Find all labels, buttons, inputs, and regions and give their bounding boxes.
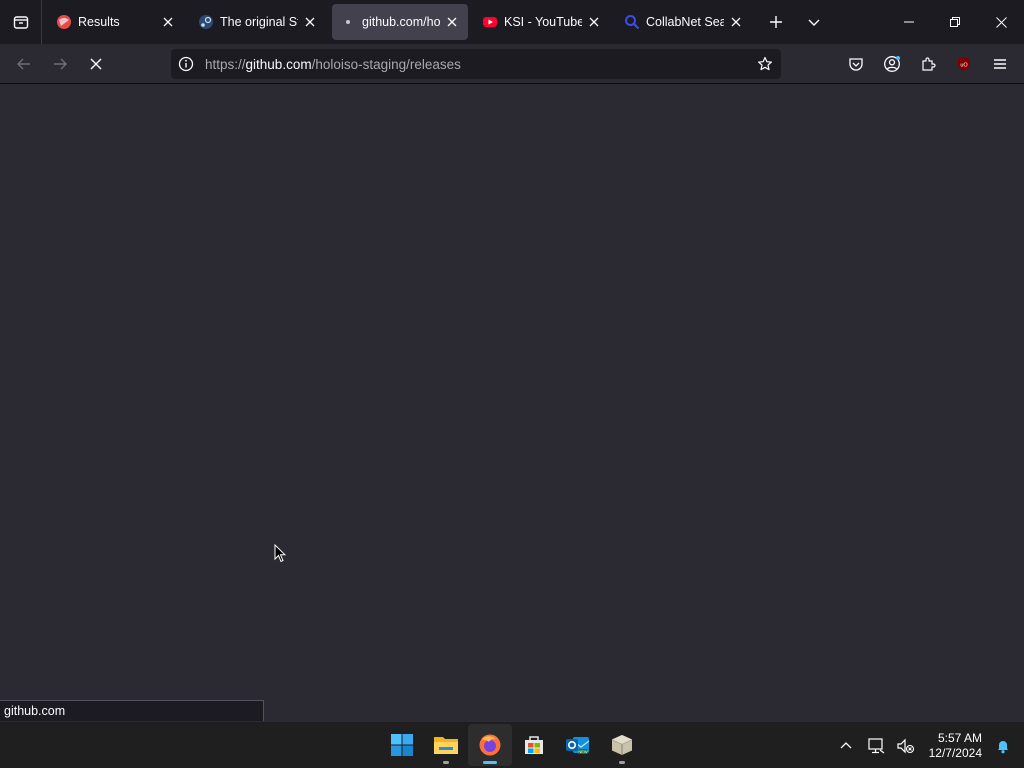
svg-text:uO: uO (960, 63, 968, 69)
close-icon[interactable] (444, 14, 460, 30)
ublock-icon: uO (958, 57, 970, 71)
windows-start-icon (391, 734, 413, 756)
tab-youtube[interactable]: KSI - YouTube (474, 4, 610, 40)
package-icon (611, 735, 633, 755)
close-icon (995, 16, 1007, 28)
loading-dot-icon (340, 14, 356, 30)
tab-github[interactable]: github.com/holoiso (332, 4, 468, 40)
minimize-button[interactable] (886, 0, 932, 44)
url-text[interactable]: https://github.com/holoiso-staging/relea… (205, 57, 749, 72)
bookmark-star-button[interactable] (749, 49, 781, 79)
url-path: /holoiso-staging/releases (311, 56, 461, 72)
system-tray: 5:57 AM 12/7/2024 (831, 722, 1024, 768)
restore-button[interactable] (932, 0, 978, 44)
windows-taskbar: NEW 5:57 AM 12/7/2024 (0, 721, 1024, 768)
close-icon[interactable] (728, 14, 744, 30)
firefox-taskbar-button[interactable] (468, 724, 512, 766)
restore-icon (950, 17, 960, 27)
account-icon (884, 56, 900, 72)
active-indicator (483, 761, 497, 764)
clock-time: 5:57 AM (937, 730, 982, 745)
close-window-button[interactable] (978, 0, 1024, 44)
clock[interactable]: 5:57 AM 12/7/2024 (921, 731, 988, 761)
ublock-origin-button[interactable]: uO (946, 48, 982, 80)
stop-button[interactable] (78, 48, 114, 80)
browser-window: Results The original Steam github.com/ho… (0, 0, 1024, 768)
network-icon (868, 737, 884, 753)
tab-steam[interactable]: The original Steam (190, 4, 326, 40)
outlook-icon: NEW (566, 737, 590, 754)
running-indicator (443, 761, 449, 764)
bell-icon (998, 740, 1008, 753)
tab-title: Results (78, 15, 120, 29)
close-icon[interactable] (302, 14, 318, 30)
extensions-button[interactable] (910, 48, 946, 80)
puzzle-icon (922, 57, 936, 71)
tab-title: CollabNet SearX (646, 15, 724, 29)
tab-title: The original Steam (220, 15, 298, 29)
network-button[interactable] (861, 726, 891, 766)
volume-button[interactable] (891, 726, 921, 766)
list-all-tabs-button[interactable] (796, 4, 832, 40)
start-button[interactable] (380, 724, 424, 766)
steam-blue-icon (198, 14, 214, 30)
toolbar-right: uO (838, 48, 1018, 80)
plus-icon (770, 16, 782, 28)
navigation-toolbar: https://github.com/holoiso-staging/relea… (0, 44, 1024, 84)
close-icon[interactable] (586, 14, 602, 30)
account-button[interactable] (874, 48, 910, 80)
microsoft-store-button[interactable] (512, 724, 556, 766)
site-info-icon[interactable] (171, 49, 201, 79)
chevron-up-icon (840, 741, 852, 748)
notifications-button[interactable] (988, 726, 1018, 766)
chevron-down-icon (808, 19, 820, 26)
tab-title: KSI - YouTube (504, 15, 582, 29)
new-tab-button[interactable] (758, 4, 794, 40)
firefox-icon (479, 734, 501, 756)
url-bar[interactable]: https://github.com/holoiso-staging/relea… (171, 49, 781, 79)
firefox-view-button[interactable] (0, 0, 42, 44)
window-controls (886, 0, 1024, 44)
back-button[interactable] (6, 48, 42, 80)
url-domain: github.com (245, 56, 312, 72)
close-icon[interactable] (160, 14, 176, 30)
youtube-icon (482, 14, 498, 30)
url-protocol: https:// (205, 56, 246, 72)
search-icon (624, 14, 640, 30)
mouse-cursor-icon (274, 543, 287, 568)
pocket-button[interactable] (838, 48, 874, 80)
running-indicator (619, 761, 625, 764)
forward-arrow-icon (54, 58, 67, 69)
star-icon (758, 56, 772, 71)
taskbar-apps: NEW (380, 724, 644, 766)
package-app-button[interactable] (600, 724, 644, 766)
forward-button[interactable] (42, 48, 78, 80)
app-menu-button[interactable] (982, 48, 1018, 80)
hamburger-menu-icon (994, 59, 1006, 69)
tab-title: github.com/holoiso (362, 15, 440, 29)
microsoft-store-icon (525, 736, 543, 754)
file-explorer-button[interactable] (424, 724, 468, 766)
page-content (0, 85, 1024, 720)
clock-date: 12/7/2024 (928, 745, 982, 760)
outlook-button[interactable]: NEW (556, 724, 600, 766)
pocket-icon (849, 58, 863, 71)
show-hidden-icons-button[interactable] (831, 726, 861, 766)
back-arrow-icon (17, 58, 30, 69)
status-panel: github.com (0, 700, 264, 721)
volume-muted-icon (897, 738, 914, 753)
red-globe-icon (56, 14, 72, 30)
svg-text:NEW: NEW (578, 749, 588, 754)
minimize-icon (904, 21, 914, 23)
tab-results[interactable]: Results (48, 4, 184, 40)
tab-strip: Results The original Steam github.com/ho… (0, 0, 1024, 44)
file-explorer-icon (434, 737, 458, 754)
stop-icon (90, 57, 102, 70)
firefox-view-icon (13, 16, 28, 29)
tab-searx[interactable]: CollabNet SearX (616, 4, 752, 40)
